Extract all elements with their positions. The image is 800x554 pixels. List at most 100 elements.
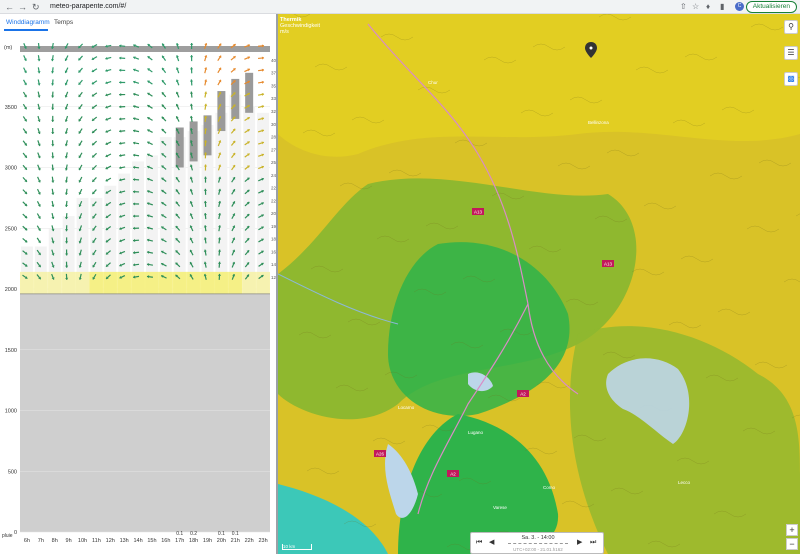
diagram-panel: Winddiagramm Temps 0 500 1000 1500 2000 2500 3…: [0, 14, 276, 554]
x-tick-label: 18h: [189, 538, 198, 544]
time-player: ⏮ ◀ Sa. 3. - 14:00 UTC+02:00 - 21.01.h16…: [470, 532, 604, 554]
rain-unit-label: pluie: [2, 533, 13, 539]
y-tick-label: 3500: [5, 105, 17, 111]
x-tick-label: 9h: [66, 538, 72, 544]
road-label: A13: [604, 262, 613, 267]
x-tick-label: 19h: [203, 538, 212, 544]
road-label: A13: [474, 210, 483, 215]
place-label: Chur: [428, 80, 438, 85]
map-canvas[interactable]: A13 A13 A2 A2 A26 Bellinzona Locarno Lugano Chur…: [278, 14, 800, 554]
place-label: Bellinzona: [588, 120, 609, 125]
active-tab-indicator: [4, 29, 48, 31]
x-tick-label: 12h: [106, 538, 115, 544]
thermal-column: [229, 94, 242, 294]
x-tick-label: 23h: [258, 538, 267, 544]
thermal-zone: [89, 271, 104, 294]
back-button[interactable]: ←: [5, 1, 14, 13]
last-frame-button[interactable]: ⏭: [590, 539, 596, 547]
player-time: Sa. 3. - 14:00: [521, 535, 555, 541]
thermal-zone: [158, 271, 173, 294]
y-tick-label: 2000: [5, 287, 17, 293]
x-tick-label: 21h: [231, 538, 240, 544]
map-scale: 10 km: [282, 544, 312, 550]
sliders-icon: ☰: [787, 48, 795, 57]
legend-unit: m/s: [280, 29, 289, 35]
x-tick-label: 22h: [245, 538, 254, 544]
thermal-zone: [228, 271, 243, 294]
thermal-zone: [200, 271, 215, 294]
road-label: A2: [450, 472, 456, 477]
thermal-zone: [33, 271, 48, 294]
map-legend: Thermik Geschwindigkeit m/s: [280, 17, 320, 35]
place-label: Locarno: [398, 405, 415, 410]
zoom-in-button[interactable]: +: [786, 524, 798, 536]
player-utc: UTC+02:00 - 21.01.h162: [513, 547, 563, 552]
location-pin-dot: [589, 46, 593, 50]
time-slider[interactable]: [508, 543, 568, 545]
y-tick-label: 1500: [5, 348, 17, 354]
x-tick-label: 15h: [147, 538, 156, 544]
settings-button[interactable]: ☰: [784, 46, 798, 60]
cloud-bar: [175, 127, 184, 168]
chart-button[interactable]: ▩: [784, 72, 798, 86]
x-tick-label: 20h: [217, 538, 226, 544]
x-tick-label: 17h: [175, 538, 184, 544]
thermal-zone: [61, 271, 76, 294]
bar-chart-icon: ▩: [787, 74, 795, 83]
zoom-out-button[interactable]: −: [786, 538, 798, 550]
thermal-zone: [214, 271, 229, 294]
y-axis-label: (m): [4, 45, 12, 51]
thermal-zone: [117, 271, 132, 294]
thermal-column: [243, 106, 256, 294]
y-tick-label: 3000: [5, 166, 17, 172]
thermal-zone: [131, 271, 145, 294]
road-label: A2: [520, 392, 526, 397]
browser-toolbar: ← → ↻ meteo-parapente.com/#/ ⇧ ☆ ♦ ▮ C A…: [0, 0, 800, 14]
x-tick-label: 6h: [24, 538, 30, 544]
place-label: Como: [543, 485, 556, 490]
reload-button[interactable]: ↻: [32, 1, 40, 13]
x-tick-label: 13h: [120, 538, 129, 544]
rain-label: 0.1: [232, 531, 239, 537]
rain-label: 0.1: [218, 531, 225, 537]
thermal-zone: [145, 271, 159, 294]
tab-temps[interactable]: Temps: [54, 19, 73, 26]
star-icon[interactable]: ☆: [692, 2, 699, 12]
wind-diagram-chart[interactable]: 0 500 1000 1500 2000 2500 3000 3500 (m) 6h 7h 8h 9h 1…: [0, 34, 276, 554]
road-label: A26: [376, 452, 385, 457]
thermal-zone: [20, 271, 34, 294]
y-tick-label: 500: [8, 469, 17, 475]
x-tick-label: 10h: [78, 538, 87, 544]
search-button[interactable]: ⚲: [784, 20, 798, 34]
avatar[interactable]: C: [735, 2, 744, 11]
y-tick-label: 0: [14, 530, 17, 536]
share-icon[interactable]: ⇧: [680, 2, 687, 12]
place-label: Lecco: [678, 480, 691, 485]
extensions-icon[interactable]: ♦: [706, 2, 710, 12]
address-bar[interactable]: meteo-parapente.com/#/: [50, 2, 126, 12]
forward-button[interactable]: →: [18, 1, 27, 13]
first-frame-button[interactable]: ⏮: [476, 539, 482, 547]
thermal-zone: [186, 271, 201, 294]
x-tick-label: 7h: [38, 538, 44, 544]
place-label: Lugano: [468, 430, 484, 435]
sidebar-icon[interactable]: ▮: [720, 2, 724, 12]
update-button[interactable]: Aktualisieren: [745, 1, 797, 13]
next-frame-button[interactable]: ▶: [577, 539, 582, 547]
place-label: Varese: [493, 505, 507, 510]
thermal-zone: [172, 271, 187, 294]
x-tick-label: 11h: [92, 538, 101, 544]
rain-label: 0.1: [176, 531, 183, 537]
thermal-zone: [75, 271, 90, 294]
y-tick-label: 1000: [5, 409, 17, 415]
x-tick-label: 16h: [161, 538, 170, 544]
thermal-zone: [47, 271, 62, 294]
prev-frame-button[interactable]: ◀: [489, 539, 494, 547]
thermal-map[interactable]: A13 A13 A2 A2 A26 Bellinzona Locarno Lugano Chur…: [278, 14, 800, 554]
y-tick-label: 2500: [5, 226, 17, 232]
tab-winddiagramm[interactable]: Winddiagramm: [6, 19, 50, 26]
x-tick-label: 8h: [52, 538, 58, 544]
rain-label: 0.2: [190, 531, 197, 537]
thermal-column: [215, 112, 228, 294]
x-tick-label: 14h: [133, 538, 142, 544]
